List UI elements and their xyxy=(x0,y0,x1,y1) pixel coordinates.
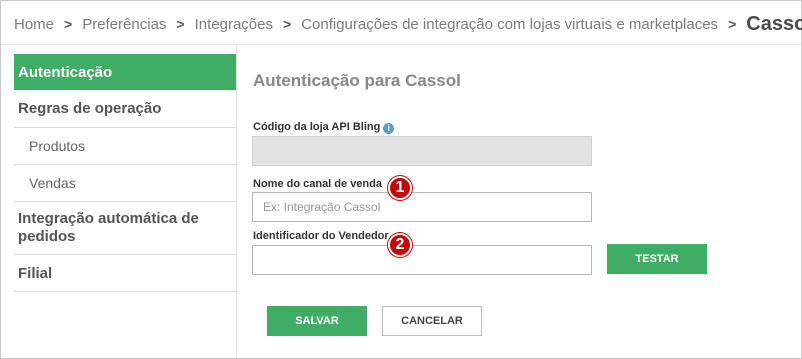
breadcrumb-separator-icon: > xyxy=(176,16,185,32)
breadcrumb-configuracoes[interactable]: Configurações de integração com lojas vi… xyxy=(301,16,718,33)
page-title: Autenticação para Cassol xyxy=(253,71,461,90)
seller-id-field[interactable] xyxy=(252,245,592,275)
channel-name-label: Nome do canal de venda xyxy=(253,178,382,190)
sidebar-item-autenticacao[interactable]: Autenticação xyxy=(14,54,236,90)
step-badge-1: 1 xyxy=(388,176,412,200)
sidebar-item-regras-de-operacao[interactable]: Regras de operação xyxy=(14,90,236,128)
seller-id-label: Identificador do Vendedor xyxy=(253,230,389,242)
store-code-field[interactable] xyxy=(252,136,592,166)
breadcrumb-separator-icon: > xyxy=(64,16,73,32)
store-code-label-text: Código da loja API Bling xyxy=(253,121,381,133)
sidebar-item-produtos[interactable]: Produtos xyxy=(14,128,236,165)
channel-name-field[interactable] xyxy=(252,192,592,222)
info-icon[interactable]: i xyxy=(383,123,395,134)
cancel-button[interactable]: CANCELAR xyxy=(382,306,482,336)
breadcrumb-separator-icon: > xyxy=(283,16,292,32)
breadcrumb-preferencias[interactable]: Preferências xyxy=(82,16,166,33)
sidebar-item-vendas[interactable]: Vendas xyxy=(14,165,236,202)
sidebar-item-integracao-automatica[interactable]: Integração automática de pedidos xyxy=(14,202,236,255)
breadcrumb-current: Cassol xyxy=(746,12,802,35)
step-badge-2: 2 xyxy=(388,233,412,257)
breadcrumb-home[interactable]: Home xyxy=(14,16,54,33)
store-code-label: Código da loja API Bling i xyxy=(253,121,395,134)
sidebar-item-filial[interactable]: Filial xyxy=(14,255,236,292)
breadcrumb: Home > Preferências > Integrações > Conf… xyxy=(14,12,802,36)
test-button[interactable]: TESTAR xyxy=(607,244,707,274)
breadcrumb-separator-icon: > xyxy=(728,16,737,32)
breadcrumb-integracoes[interactable]: Integrações xyxy=(195,16,273,33)
save-button[interactable]: SALVAR xyxy=(267,306,367,336)
